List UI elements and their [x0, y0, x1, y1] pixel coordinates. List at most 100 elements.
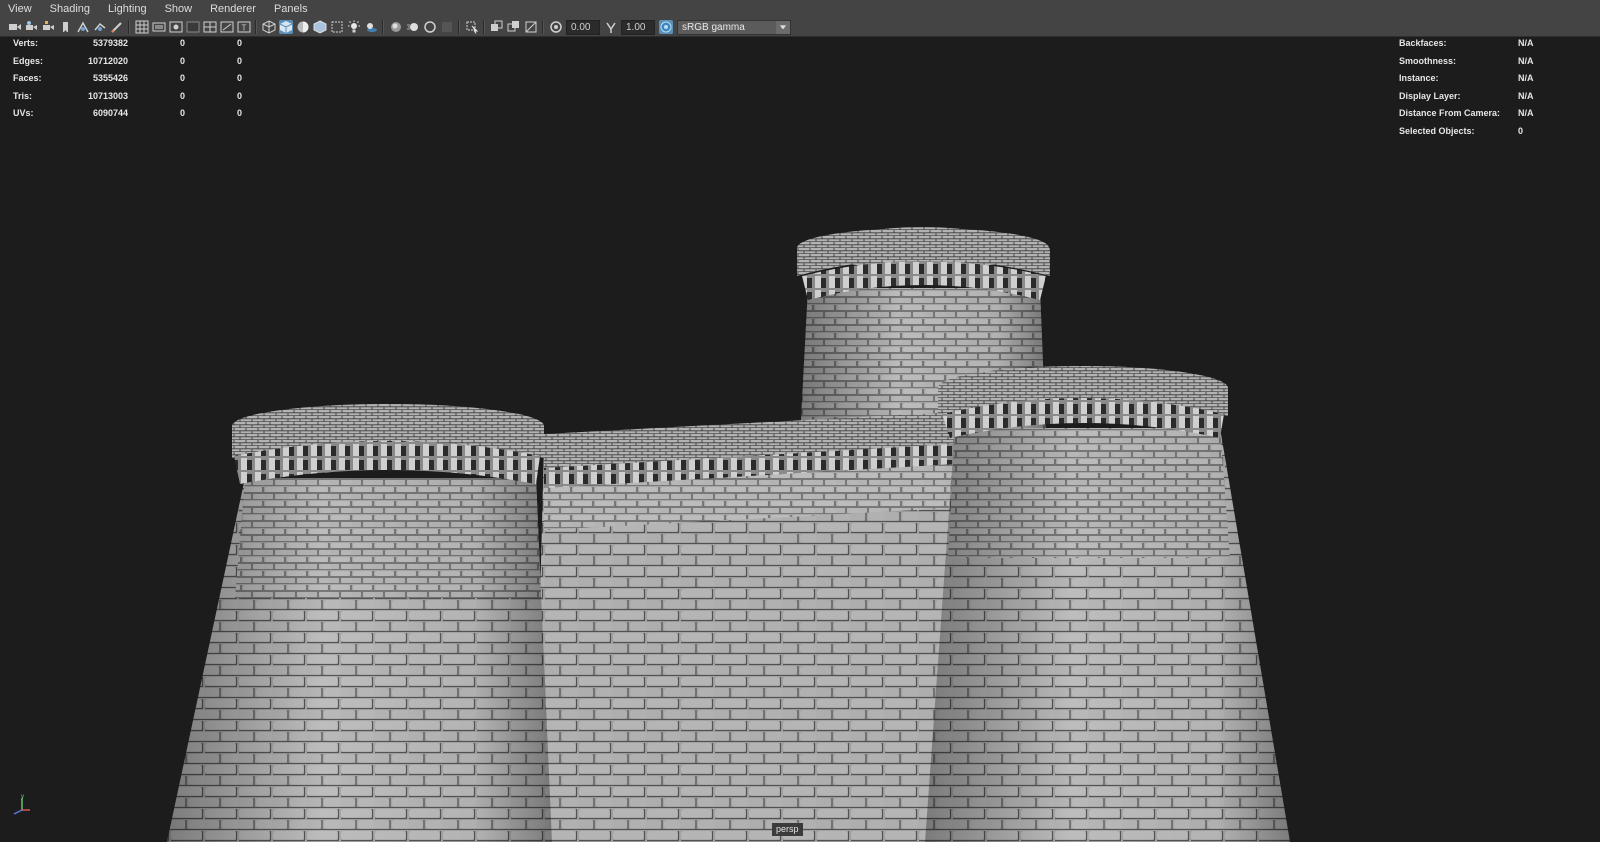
toolbar-separator: [255, 20, 257, 34]
hud-selected: 0: [179, 108, 185, 118]
poly-count-hud: Verts: 5379382 0 0 Edges: 10712020 0 0 F…: [13, 38, 243, 118]
hud-total: 10713003: [87, 90, 128, 101]
hud-row-backfaces: Backfaces: N/A: [1399, 38, 1589, 50]
grid-icon[interactable]: [135, 20, 149, 34]
hud-row-edges: Edges: 10712020 0 0: [13, 56, 243, 68]
film-gate-icon[interactable]: [152, 20, 166, 34]
grease-pencil-draw-icon[interactable]: [110, 20, 124, 34]
field-chart-icon[interactable]: [203, 20, 217, 34]
hud-label: Verts:: [13, 38, 39, 48]
hud-label: Tris:: [13, 90, 33, 101]
toolbar-separator: [483, 20, 485, 34]
viewport-toolbar: T 0.00 1.00 sRGB gamma: [0, 18, 1600, 37]
safe-action-icon[interactable]: [220, 20, 234, 34]
motion-blur-icon[interactable]: [406, 20, 420, 34]
hud-value: N/A: [1518, 55, 1534, 66]
shadows-icon[interactable]: [364, 20, 378, 34]
wireframe-icon[interactable]: [262, 20, 276, 34]
hud-value: N/A: [1518, 108, 1534, 118]
dropdown-arrow-icon[interactable]: [776, 20, 790, 34]
hud-row-smoothness: Smoothness: N/A: [1399, 56, 1589, 68]
hud-total: 6090744: [92, 108, 128, 118]
safe-title-icon[interactable]: T: [237, 20, 251, 34]
wireframe-on-shaded-icon[interactable]: [313, 20, 327, 34]
hud-label: Smoothness:: [1399, 55, 1457, 66]
hud-selected: 0: [179, 90, 185, 101]
camera-name-label: persp: [772, 823, 803, 836]
hud-value: N/A: [1518, 90, 1534, 101]
hud-label: Edges:: [13, 55, 44, 66]
color-space-dropdown[interactable]: sRGB gamma: [677, 19, 791, 35]
anti-aliasing-icon[interactable]: [423, 20, 437, 34]
color-space-value: sRGB gamma: [682, 21, 745, 33]
isolate-select-icon[interactable]: [465, 20, 479, 34]
hud-label: Faces:: [13, 73, 42, 83]
hud-row-selected-objects: Selected Objects: 0: [1399, 126, 1589, 138]
hud-row-tris: Tris: 10713003 0 0: [13, 91, 243, 103]
menu-view[interactable]: View: [0, 0, 41, 18]
hud-total: 5355426: [92, 73, 128, 83]
lights-icon[interactable]: [347, 20, 361, 34]
gamma-icon[interactable]: [604, 20, 618, 34]
hud-row-distance: Distance From Camera: N/A: [1399, 108, 1589, 120]
bookmark-icon[interactable]: [42, 20, 56, 34]
hud-value: N/A: [1518, 38, 1534, 48]
hud-selected: 0: [179, 38, 185, 48]
hud-label: Selected Objects:: [1399, 125, 1475, 136]
backface-culling-icon[interactable]: [524, 20, 538, 34]
view-axis-icon: y: [13, 794, 30, 815]
toolbar-separator: [542, 20, 544, 34]
hud-label: UVs:: [13, 108, 34, 118]
object-details-hud: Backfaces: N/A Smoothness: N/A Instance:…: [1399, 38, 1589, 138]
exposure-icon[interactable]: [549, 20, 563, 34]
xray-icon[interactable]: [330, 20, 344, 34]
depth-of-field-icon[interactable]: [440, 20, 454, 34]
svg-text:T: T: [241, 24, 246, 33]
smooth-shade-icon[interactable]: [278, 20, 293, 34]
hud-components: 0: [236, 108, 242, 118]
hud-total: 10712020: [87, 55, 128, 66]
axis-y-label: y: [21, 794, 24, 800]
viewport-3d[interactable]: Verts: 5379382 0 0 Edges: 10712020 0 0 F…: [0, 38, 1600, 842]
hud-label: Display Layer:: [1399, 90, 1461, 101]
grease-pencil-icon[interactable]: [93, 20, 107, 34]
hud-value: N/A: [1518, 73, 1534, 83]
hud-total: 5379382: [92, 38, 128, 48]
menu-show[interactable]: Show: [156, 0, 202, 18]
hud-row-instance: Instance: N/A: [1399, 73, 1589, 85]
2d-pan-zoom-icon[interactable]: [76, 20, 90, 34]
hud-selected: 0: [179, 73, 185, 83]
exposure-field[interactable]: 0.00: [566, 19, 600, 35]
color-management-icon[interactable]: [658, 20, 673, 34]
hud-selected: 0: [179, 55, 185, 66]
menu-bar: View Shading Lighting Show Renderer Pane…: [0, 0, 1600, 18]
menu-shading[interactable]: Shading: [41, 0, 99, 18]
xray-joints-icon[interactable]: [490, 20, 504, 34]
default-material-icon[interactable]: [296, 20, 310, 34]
toolbar-separator: [128, 20, 130, 34]
resolution-gate-icon[interactable]: [169, 20, 183, 34]
image-plane-icon[interactable]: [59, 20, 73, 34]
camera-attributes-icon[interactable]: [25, 20, 39, 34]
hud-components: 0: [236, 73, 242, 83]
hud-row-display-layer: Display Layer: N/A: [1399, 91, 1589, 103]
hud-label: Distance From Camera:: [1399, 108, 1501, 118]
toolbar-separator: [458, 20, 460, 34]
hud-row-verts: Verts: 5379382 0 0: [13, 38, 243, 50]
xray-active-icon[interactable]: [507, 20, 521, 34]
ambient-occlusion-icon[interactable]: [389, 20, 403, 34]
hud-components: 0: [236, 38, 242, 48]
hud-label: Instance:: [1399, 73, 1439, 83]
gate-mask-icon[interactable]: [186, 20, 200, 34]
toolbar-separator: [382, 20, 384, 34]
hud-components: 0: [236, 90, 242, 101]
castle-model-render: [167, 227, 1290, 842]
menu-lighting[interactable]: Lighting: [99, 0, 156, 18]
menu-panels[interactable]: Panels: [265, 0, 317, 18]
hud-components: 0: [236, 55, 242, 66]
hud-row-faces: Faces: 5355426 0 0: [13, 73, 243, 85]
gamma-field[interactable]: 1.00: [621, 19, 655, 35]
hud-row-uvs: UVs: 6090744 0 0: [13, 108, 243, 120]
menu-renderer[interactable]: Renderer: [201, 0, 265, 18]
camera-icon[interactable]: [8, 20, 22, 34]
